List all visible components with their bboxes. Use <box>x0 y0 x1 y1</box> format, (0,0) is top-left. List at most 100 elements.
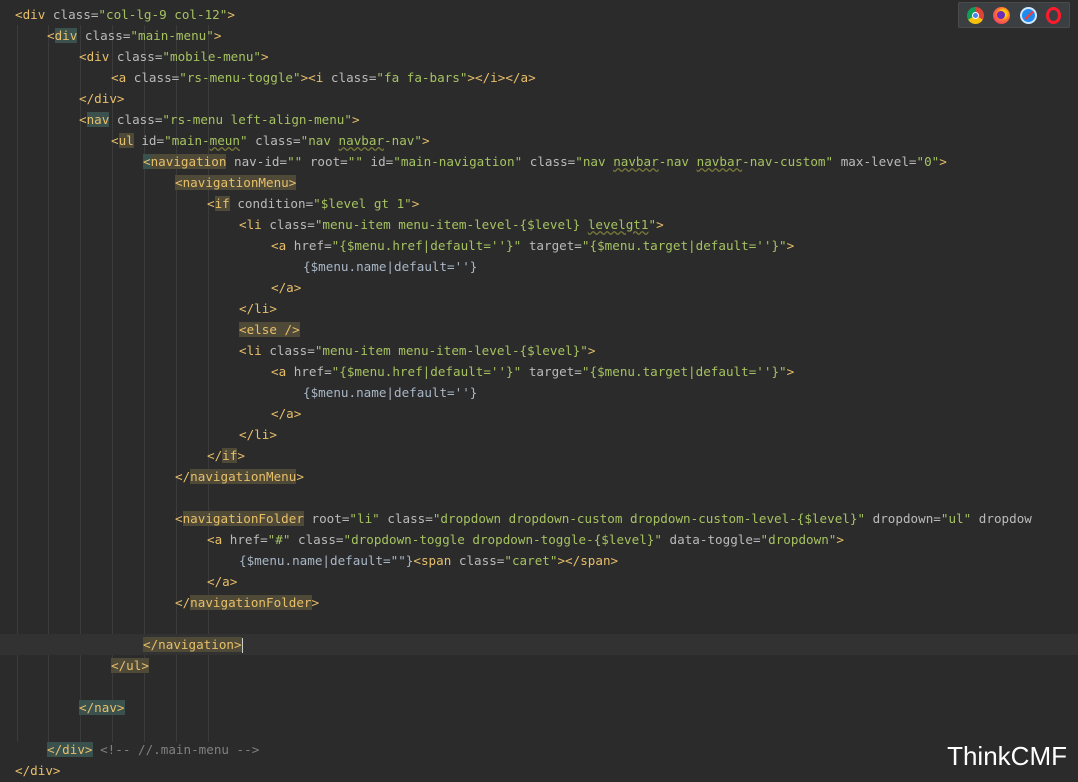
code-token: "{$menu.href|default=''}" <box>331 238 522 253</box>
code-token: "menu-item menu-item-level-{$level} <box>314 217 588 232</box>
code-editor[interactable]: <div class="col-lg-9 col-12"> <div class=… <box>0 0 1078 782</box>
code-line[interactable]: <else /> <box>0 319 1078 340</box>
code-line[interactable]: </div> <!-- //.main-menu --> <box>0 739 1078 760</box>
firefox-icon[interactable] <box>993 6 1011 24</box>
code-line[interactable]: </li> <box>0 424 1078 445</box>
code-token: " <box>648 217 657 232</box>
code-token: > <box>351 112 360 127</box>
code-line[interactable]: {$menu.name|default=''} <box>0 382 1078 403</box>
code-token: class= <box>522 154 576 169</box>
code-line[interactable]: </ul> <box>0 655 1078 676</box>
code-token: class= <box>109 112 163 127</box>
code-token: > <box>227 7 235 22</box>
code-token: navbar <box>338 133 385 148</box>
code-token: > <box>237 448 245 463</box>
code-line[interactable]: <ul id="main-meun" class="nav navbar-nav… <box>0 130 1078 151</box>
code-line[interactable]: {$menu.name|default=""}<span class="care… <box>0 550 1078 571</box>
code-line[interactable]: </div> <box>0 88 1078 109</box>
code-token: <span <box>413 553 459 568</box>
code-line[interactable]: <a href="{$menu.href|default=''}" target… <box>0 361 1078 382</box>
code-token: class= <box>269 217 315 232</box>
code-token: data-toggle= <box>661 532 761 547</box>
code-token: href= <box>293 238 332 253</box>
code-token: class= <box>247 133 301 148</box>
code-line[interactable]: </div> <box>0 760 1078 781</box>
code-token: "caret" <box>504 553 558 568</box>
code-line[interactable]: </li> <box>0 298 1078 319</box>
code-line[interactable]: <navigationMenu> <box>0 172 1078 193</box>
opera-icon[interactable] <box>1046 6 1062 24</box>
code-token: < <box>143 154 151 169</box>
code-line[interactable]: <a class="rs-menu-toggle"><i class="fa f… <box>0 67 1078 88</box>
code-line[interactable]: </nav> <box>0 697 1078 718</box>
code-token: <a <box>271 364 294 379</box>
code-line[interactable]: {$menu.name|default=''} <box>0 256 1078 277</box>
code-token: " <box>239 133 248 148</box>
code-token: id= <box>362 154 394 169</box>
code-token: </a> <box>207 574 238 589</box>
code-token: < <box>111 133 119 148</box>
code-token: > <box>261 49 269 64</box>
code-line[interactable]: </a> <box>0 403 1078 424</box>
code-token: "" <box>287 154 303 169</box>
code-token: if <box>222 448 238 463</box>
code-token: class= <box>133 70 180 85</box>
code-line[interactable]: <a href="{$menu.href|default=''}" target… <box>0 235 1078 256</box>
code-line[interactable]: <div class="mobile-menu"> <box>0 46 1078 67</box>
code-token: <a <box>111 70 134 85</box>
code-token: navigation <box>150 154 227 169</box>
code-token: meun <box>209 133 240 148</box>
code-line[interactable] <box>0 718 1078 739</box>
code-line[interactable] <box>0 487 1078 508</box>
code-line[interactable]: <a href="#" class="dropdown-toggle dropd… <box>0 529 1078 550</box>
code-token: <navigationMenu> <box>175 175 297 190</box>
code-token: "main-menu" <box>130 28 214 43</box>
code-token: "$level gt 1" <box>313 196 412 211</box>
code-token: "li" <box>349 511 380 526</box>
code-token: class= <box>379 511 433 526</box>
code-line[interactable]: </if> <box>0 445 1078 466</box>
code-token: </div> <box>15 763 61 778</box>
code-token: <li <box>239 217 270 232</box>
code-token: "rs-menu left-align-menu" <box>162 112 352 127</box>
code-token: </div> <box>79 91 125 106</box>
code-token: "dropdown-toggle dropdown-toggle-{$level… <box>343 532 662 547</box>
code-token: if <box>214 196 230 211</box>
code-token: "col-lg-9 col-12" <box>98 7 228 22</box>
code-line[interactable]: <li class="menu-item menu-item-level-{$l… <box>0 340 1078 361</box>
code-token: <div <box>15 7 53 22</box>
code-token: navbar <box>613 154 659 169</box>
code-token: -nav" <box>384 133 422 148</box>
code-line[interactable]: <div class="main-menu"> <box>0 25 1078 46</box>
code-line[interactable]: </navigationMenu> <box>0 466 1078 487</box>
code-token: navigation <box>158 637 234 652</box>
chrome-icon[interactable] <box>966 6 984 24</box>
code-line[interactable]: </a> <box>0 277 1078 298</box>
code-token: nav-id= <box>226 154 288 169</box>
code-token: "{$menu.target|default=''}" <box>581 364 787 379</box>
code-line[interactable]: </navigationFolder> <box>0 592 1078 613</box>
code-line[interactable] <box>0 613 1078 634</box>
code-line[interactable]: <nav class="rs-menu left-align-menu"> <box>0 109 1078 130</box>
code-line[interactable] <box>0 676 1078 697</box>
code-token: class= <box>330 70 377 85</box>
code-line[interactable]: </navigation> <box>0 634 1078 655</box>
code-line[interactable]: <if condition="$level gt 1"> <box>0 193 1078 214</box>
code-line[interactable]: <navigation nav-id="" root="" id="main-n… <box>0 151 1078 172</box>
code-line[interactable]: <navigationFolder root="li" class="dropd… <box>0 508 1078 529</box>
code-line[interactable]: <div class="col-lg-9 col-12"> <box>0 4 1078 25</box>
code-token: "{$menu.href|default=''}" <box>331 364 522 379</box>
code-token: </div> <box>47 742 93 757</box>
code-token: {$menu.name|default=''} <box>303 259 478 274</box>
code-token: > <box>411 196 420 211</box>
code-token: target= <box>521 364 582 379</box>
code-token: "rs-menu-toggle" <box>179 70 301 85</box>
code-token: "mobile-menu" <box>162 49 261 64</box>
safari-icon[interactable] <box>1019 6 1037 24</box>
code-token: div <box>54 28 78 43</box>
code-line[interactable]: </a> <box>0 571 1078 592</box>
code-token: > <box>786 364 795 379</box>
code-token: ><i <box>300 70 331 85</box>
code-line[interactable]: <li class="menu-item menu-item-level-{$l… <box>0 214 1078 235</box>
code-token: <li <box>239 343 270 358</box>
